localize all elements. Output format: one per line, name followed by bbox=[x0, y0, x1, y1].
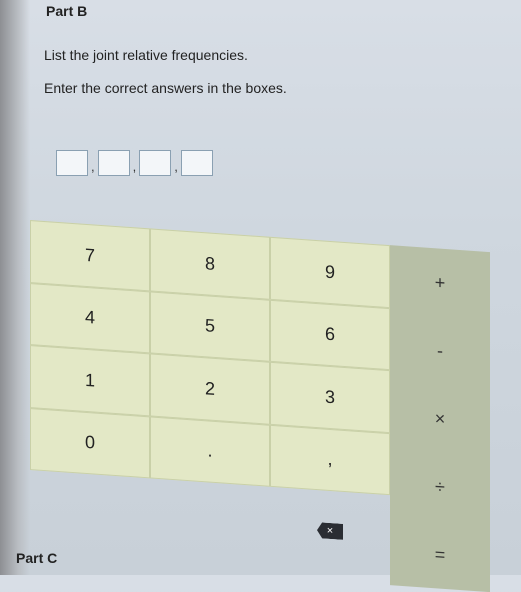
left-edge-shadow bbox=[0, 0, 30, 575]
answer-boxes: , , , bbox=[56, 150, 213, 176]
key-multiply[interactable]: × bbox=[390, 381, 490, 456]
key-4[interactable]: 4 bbox=[30, 282, 150, 354]
operator-column: + - × ÷ = bbox=[390, 245, 490, 592]
key-minus[interactable]: - bbox=[390, 313, 490, 388]
key-equals[interactable]: = bbox=[390, 517, 490, 592]
keypad: 7 8 9 4 5 6 1 2 3 0 . , × + - × ÷ = bbox=[30, 220, 490, 592]
key-comma[interactable]: , bbox=[270, 424, 390, 496]
key-divide[interactable]: ÷ bbox=[390, 449, 490, 524]
instruction-line-2: Enter the correct answers in the boxes. bbox=[44, 80, 287, 96]
answer-box-2[interactable] bbox=[97, 150, 130, 176]
answer-separator: , bbox=[132, 159, 137, 174]
backspace-button[interactable]: × bbox=[270, 487, 390, 575]
key-1[interactable]: 1 bbox=[30, 345, 150, 416]
answer-separator: , bbox=[174, 159, 178, 174]
part-c-heading: Part C bbox=[16, 550, 58, 566]
key-decimal[interactable]: . bbox=[150, 415, 270, 487]
key-9[interactable]: 9 bbox=[270, 236, 390, 308]
key-3[interactable]: 3 bbox=[270, 361, 390, 433]
key-8[interactable]: 8 bbox=[150, 228, 270, 300]
key-7[interactable]: 7 bbox=[30, 220, 150, 291]
answer-box-4[interactable] bbox=[180, 150, 213, 176]
backspace-icon: × bbox=[317, 522, 343, 540]
digit-grid: 7 8 9 4 5 6 1 2 3 0 . , bbox=[30, 220, 390, 496]
key-2[interactable]: 2 bbox=[150, 353, 270, 425]
key-plus[interactable]: + bbox=[390, 245, 490, 320]
answer-box-1[interactable] bbox=[56, 150, 88, 176]
answer-separator: , bbox=[91, 159, 95, 174]
key-0[interactable]: 0 bbox=[30, 407, 150, 479]
instruction-line-1: List the joint relative frequencies. bbox=[44, 47, 248, 63]
answer-box-3[interactable] bbox=[139, 150, 172, 176]
key-5[interactable]: 5 bbox=[150, 290, 270, 362]
key-6[interactable]: 6 bbox=[270, 299, 390, 371]
part-b-heading: Part B bbox=[46, 3, 88, 19]
